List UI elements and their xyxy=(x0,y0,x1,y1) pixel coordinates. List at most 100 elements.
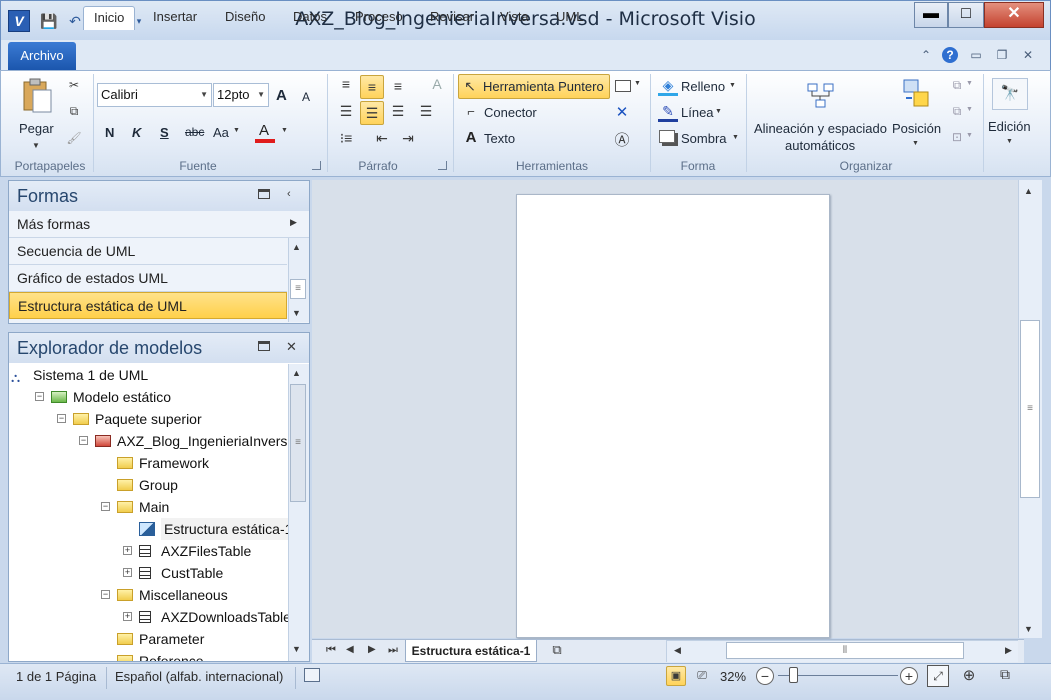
tab-inicio[interactable]: Inicio xyxy=(83,6,136,30)
scroll-left-icon[interactable]: ◀ xyxy=(674,645,681,656)
doc-restore-icon[interactable]: ❐ xyxy=(994,47,1010,63)
tab-page-estructura-estatica-1[interactable]: Estructura estática-1 xyxy=(405,640,537,662)
scroll-up-icon[interactable]: ▲ xyxy=(292,242,301,252)
tree-item[interactable]: − Miscellaneous xyxy=(9,584,288,606)
binoculars-icon[interactable]: 🔭 xyxy=(992,78,1028,110)
help-icon[interactable]: ? xyxy=(942,47,958,63)
page-count-status[interactable]: 1 de 1 Página xyxy=(16,669,96,684)
stencil-item-secuencia-uml[interactable]: Secuencia de UML xyxy=(9,238,287,265)
more-shapes-menu[interactable]: Más formas xyxy=(9,211,309,238)
stencil-item-estados-uml[interactable]: Gráfico de estados UML xyxy=(9,265,287,292)
align-left-icon[interactable]: ☰ xyxy=(336,103,356,123)
align-top-icon[interactable]: ≡ xyxy=(336,76,356,96)
tab-diseno[interactable]: Diseño xyxy=(215,6,275,30)
maximize-panel-icon[interactable] xyxy=(258,341,270,351)
position-button[interactable]: Posición xyxy=(892,121,941,136)
zoom-out-icon[interactable]: − xyxy=(756,667,774,685)
tree-item[interactable]: − AXZ_Blog_IngenieriaInversa xyxy=(9,430,288,452)
decrease-indent-icon[interactable]: ⇤ xyxy=(372,130,392,150)
tree-item[interactable]: ⛬ Sistema 1 de UML xyxy=(9,364,288,386)
drawing-page[interactable] xyxy=(516,194,830,638)
underline-button[interactable]: S xyxy=(160,125,169,140)
zoom-slider-thumb[interactable] xyxy=(789,667,798,683)
scroll-thumb[interactable]: ≡ xyxy=(290,279,306,299)
collapse-icon[interactable]: − xyxy=(57,414,66,423)
tab-uml[interactable]: UML xyxy=(546,6,593,30)
tab-archivo[interactable]: Archivo xyxy=(8,42,76,70)
tab-datos[interactable]: Datos xyxy=(283,6,337,30)
paste-button-label[interactable]: Pegar xyxy=(19,121,54,136)
parrafo-dialog-launcher-icon[interactable] xyxy=(438,161,447,170)
position-icon[interactable] xyxy=(902,78,932,112)
chevron-down-icon[interactable]: ▼ xyxy=(634,80,641,87)
tree-item[interactable]: − Main xyxy=(9,496,288,518)
last-page-icon[interactable]: ⏭ xyxy=(388,644,398,657)
zoom-in-icon[interactable]: + xyxy=(900,667,918,685)
line-button[interactable]: Línea xyxy=(681,105,714,120)
text-block-icon[interactable]: Ⓐ xyxy=(614,129,630,150)
editing-button[interactable]: Edición xyxy=(988,119,1031,134)
tree-item[interactable]: − Modelo estático xyxy=(9,386,288,408)
tab-revisar[interactable]: Revisar xyxy=(420,6,484,30)
tree-item[interactable]: Reference xyxy=(9,650,288,661)
align-right-icon[interactable]: ☰ xyxy=(388,103,408,123)
zoom-level[interactable]: 32% xyxy=(720,669,746,684)
group-icon[interactable]: ⊡ xyxy=(948,130,966,144)
pan-zoom-icon[interactable]: ⊕ xyxy=(958,666,980,684)
tree-item[interactable]: + AXZDownloadsTable xyxy=(9,606,288,628)
collapse-icon[interactable]: − xyxy=(79,436,88,445)
send-to-back-icon[interactable]: ⧉ xyxy=(948,104,966,119)
previous-page-icon[interactable]: ◀ xyxy=(346,644,354,655)
align-bottom-icon[interactable]: ≡ xyxy=(388,78,408,98)
strikethrough-button[interactable]: abc xyxy=(185,125,204,139)
fuente-dialog-launcher-icon[interactable] xyxy=(312,161,321,170)
tree-item[interactable]: Group xyxy=(9,474,288,496)
expand-icon[interactable]: + xyxy=(123,546,132,555)
paste-icon[interactable] xyxy=(20,78,54,114)
auto-align-label-1[interactable]: Alineación y espaciado xyxy=(754,121,887,136)
copy-icon[interactable]: ⧉ xyxy=(66,104,82,119)
tree-item[interactable]: − Paquete superior xyxy=(9,408,288,430)
connection-point-icon[interactable]: ✕ xyxy=(614,103,630,121)
font-color-button[interactable]: A xyxy=(259,122,269,139)
minimize-button[interactable]: ▬ xyxy=(914,2,948,28)
tab-proceso[interactable]: Proceso xyxy=(345,6,413,30)
chevron-down-icon[interactable]: ▼ xyxy=(912,140,919,147)
switch-windows-icon[interactable]: ⧉ xyxy=(994,666,1016,683)
expand-icon[interactable]: + xyxy=(123,568,132,577)
collapse-left-icon[interactable]: ‹ xyxy=(287,188,291,200)
macro-record-icon[interactable] xyxy=(304,668,320,682)
chevron-down-icon[interactable]: ▼ xyxy=(1006,138,1013,145)
connector-tool-button[interactable]: Conector xyxy=(484,105,537,120)
bold-button[interactable]: N xyxy=(105,125,114,140)
paste-dropdown-icon[interactable]: ▼ xyxy=(32,141,40,150)
scroll-up-icon[interactable]: ▲ xyxy=(1024,186,1033,196)
bullets-icon[interactable]: ⁝≡ xyxy=(336,130,356,150)
auto-align-label-2[interactable]: automáticos xyxy=(785,138,855,153)
normal-view-icon[interactable]: ▣ xyxy=(666,666,686,686)
tab-vista[interactable]: Vista xyxy=(490,6,539,30)
doc-close-icon[interactable]: ✕ xyxy=(1020,47,1036,63)
chevron-down-icon[interactable]: ▼ xyxy=(966,132,973,139)
scroll-right-icon[interactable]: ▶ xyxy=(1005,645,1012,656)
font-name-combo[interactable]: Calibri ▼ xyxy=(97,83,212,107)
chevron-down-icon[interactable]: ▼ xyxy=(966,106,973,113)
collapse-icon[interactable]: − xyxy=(35,392,44,401)
maximize-panel-icon[interactable] xyxy=(258,189,270,199)
presentation-view-icon[interactable]: ⎚ xyxy=(694,668,710,683)
shadow-button[interactable]: Sombra xyxy=(681,131,727,146)
format-painter-icon[interactable]: 🖌 xyxy=(66,131,82,145)
maximize-button[interactable]: □ xyxy=(948,2,984,28)
shrink-font-button[interactable]: A xyxy=(302,90,310,104)
increase-indent-icon[interactable]: ⇥ xyxy=(398,130,418,150)
chevron-down-icon[interactable]: ▼ xyxy=(966,80,973,87)
fit-page-icon[interactable]: ⤢ xyxy=(927,665,949,687)
text-rotation-icon[interactable]: A xyxy=(427,76,447,96)
tree-item[interactable]: + AXZFilesTable xyxy=(9,540,288,562)
insert-page-icon[interactable]: ⧉ xyxy=(548,642,566,658)
chevron-down-icon[interactable]: ▼ xyxy=(729,82,736,89)
minimize-ribbon-icon[interactable]: ⌃ xyxy=(918,47,934,63)
scroll-up-icon[interactable]: ▲ xyxy=(292,368,301,378)
chevron-down-icon[interactable]: ▼ xyxy=(281,127,288,134)
chevron-down-icon[interactable]: ▼ xyxy=(233,127,240,134)
